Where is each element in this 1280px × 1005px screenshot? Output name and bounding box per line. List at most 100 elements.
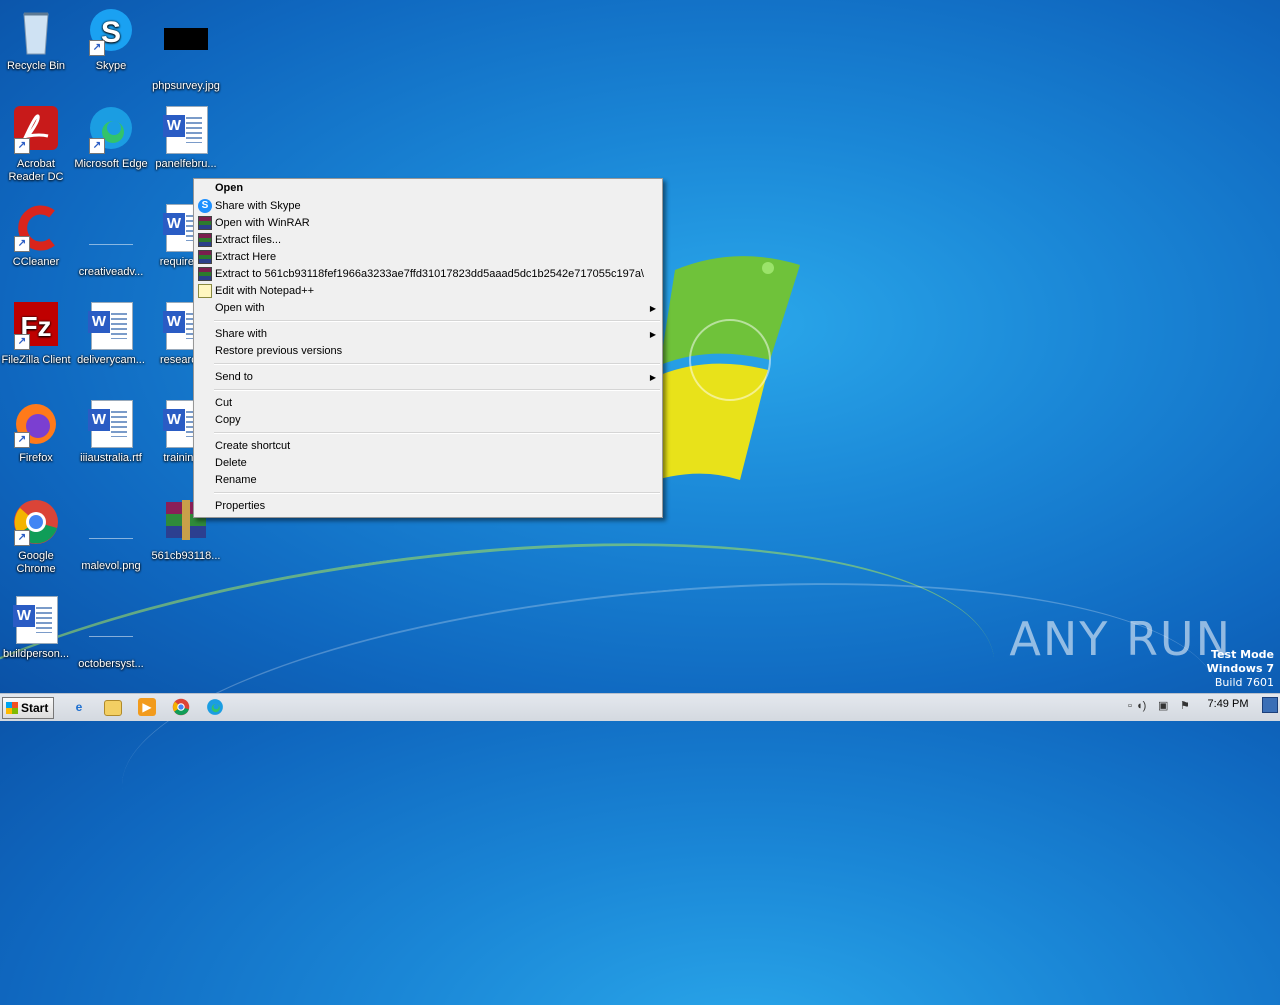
desktop-icon-label: Google Chrome (16, 550, 56, 575)
internet-explorer-icon[interactable]: e (70, 698, 88, 716)
desktop-icon-label: Acrobat Reader DC (8, 158, 64, 183)
menu-item-rename[interactable]: Rename (194, 472, 662, 489)
desktop-icon-phpsurvey[interactable]: phpsurvey.jpg (148, 8, 224, 93)
desktop-icon-acrobat[interactable]: ↗ Acrobat Reader DC (0, 106, 74, 184)
winrar-icon (198, 216, 212, 230)
anyrun-watermark: ANY RUN (1009, 612, 1232, 666)
media-player-icon[interactable]: ▶ (138, 698, 156, 716)
desktop-icon-label: phpsurvey.jpg (152, 80, 220, 92)
menu-item-properties[interactable]: Properties (194, 498, 662, 515)
desktop-icon-chrome[interactable]: ↗ Google Chrome (0, 498, 74, 576)
menu-item-extract-here[interactable]: Extract Here (194, 249, 662, 266)
desktop-icon-label: Skype (95, 60, 127, 72)
winrar-icon (198, 267, 212, 281)
word-doc-icon: W (87, 400, 135, 448)
desktop-icon-malevol[interactable]: malevol.png (73, 498, 149, 573)
desktop-icon-panelfebru[interactable]: W panelfebru... (148, 106, 224, 171)
desktop-icon-label: octobersyst... (78, 658, 144, 670)
chrome-icon[interactable] (172, 698, 190, 716)
desktop-icon-label: Recycle Bin (6, 60, 66, 72)
menu-item-label: Copy (215, 414, 241, 426)
desktop-icon-edge[interactable]: ↗ Microsoft Edge (73, 106, 149, 171)
desktop-icon-label: malevol.png (81, 560, 141, 572)
windows-flag-icon (6, 702, 18, 714)
menu-item-open[interactable]: Open (194, 180, 662, 197)
test-mode-label: Test Mode (1211, 648, 1274, 661)
word-doc-icon: W (162, 106, 210, 154)
show-desktop-button[interactable] (1262, 697, 1278, 713)
notepadpp-icon (198, 284, 212, 298)
menu-item-label: Edit with Notepad++ (215, 285, 315, 297)
word-doc-icon: W (12, 596, 60, 644)
menu-item-label: Send to (215, 371, 253, 383)
menu-item-copy[interactable]: Copy (194, 412, 662, 429)
desktop-icon-octobersyst[interactable]: octobersyst... (73, 596, 149, 671)
blank-file-icon (87, 214, 135, 262)
submenu-arrow-icon: ▶ (649, 304, 656, 313)
desktop-icon-iiiaustralia[interactable]: W iiiaustralia.rtf (73, 400, 149, 465)
menu-item-label: Rename (215, 474, 257, 486)
shortcut-arrow-icon: ↗ (14, 236, 30, 252)
menu-item-create-shortcut[interactable]: Create shortcut (194, 438, 662, 455)
edge-icon[interactable] (206, 698, 224, 716)
desktop-icon-filezilla[interactable]: Fz ↗ FileZilla Client (0, 302, 74, 367)
menu-item-send-to[interactable]: Send to ▶ (194, 369, 662, 386)
menu-item-label: Cut (215, 397, 233, 409)
menu-item-label: Properties (215, 500, 266, 512)
menu-item-open-with-winrar[interactable]: Open with WinRAR (194, 215, 662, 232)
desktop-icon-ccleaner[interactable]: ↗ CCleaner (0, 204, 74, 269)
menu-separator (214, 432, 660, 434)
filezilla-icon: Fz ↗ (12, 302, 60, 350)
menu-item-label: Restore previous versions (215, 345, 343, 357)
desktop-icon-label: 561cb93118... (151, 550, 221, 562)
menu-item-label: Open with WinRAR (215, 217, 310, 229)
explorer-folder-icon[interactable] (104, 700, 122, 716)
desktop-icon-label: deliverycam... (77, 354, 145, 366)
volume-icon[interactable]: ◖) (1136, 699, 1150, 713)
winrar-icon (198, 233, 212, 247)
menu-item-label: Open with (215, 302, 265, 314)
os-label: Windows 7 (1206, 662, 1274, 675)
menu-item-extract-to-folder[interactable]: Extract to 561cb93118fef1966a3233ae7ffd3… (194, 266, 662, 283)
desktop-icon-firefox[interactable]: ↗ Firefox (0, 400, 74, 465)
menu-separator (214, 389, 660, 391)
blank-file-icon (87, 606, 135, 654)
windows-logo-icon (640, 256, 800, 485)
blank-file-icon (87, 508, 135, 556)
menu-separator (214, 320, 660, 322)
desktop-icon-label: Microsoft Edge (74, 158, 148, 170)
menu-item-label: Share with Skype (215, 200, 301, 212)
shortcut-arrow-icon: ↗ (89, 40, 105, 56)
network-icon[interactable]: ▣ (1158, 699, 1172, 713)
menu-item-label: Extract files... (215, 234, 282, 246)
acrobat-icon: ↗ (12, 106, 60, 154)
test-mode-notice: Test Mode Windows 7 Build 7601 (1207, 648, 1274, 690)
menu-item-restore-previous-versions[interactable]: Restore previous versions (194, 343, 662, 360)
menu-item-label: Share with (215, 328, 267, 340)
menu-item-share-with-skype[interactable]: S Share with Skype (194, 198, 662, 215)
winrar-icon (198, 250, 212, 264)
start-button[interactable]: Start (2, 697, 54, 719)
desktop-icon-recycle-bin[interactable]: Recycle Bin (0, 8, 74, 73)
desktop-icon-label: CCleaner (12, 256, 60, 268)
desktop-icon-buildperson[interactable]: W buildperson... (0, 596, 74, 661)
taskbar: Start e ▶ ▫ ◖) ▣ ⚑ 7:49 PM (0, 693, 1280, 721)
menu-item-extract-files[interactable]: Extract files... (194, 232, 662, 249)
shortcut-arrow-icon: ↗ (14, 530, 30, 546)
menu-item-delete[interactable]: Delete (194, 455, 662, 472)
menu-item-share-with[interactable]: Share with ▶ (194, 326, 662, 343)
edge-icon: ↗ (87, 106, 135, 154)
submenu-arrow-icon: ▶ (649, 373, 656, 382)
desktop-icon-deliverycam[interactable]: W deliverycam... (73, 302, 149, 367)
menu-item-label: Extract to 561cb93118fef1966a3233ae7ffd3… (215, 268, 644, 280)
taskbar-clock[interactable]: 7:49 PM (1200, 698, 1256, 710)
desktop-icon-skype[interactable]: S ↗ Skype (73, 8, 149, 73)
desktop-icon-creativeadv[interactable]: creativeadv... (73, 204, 149, 279)
action-center-flag-icon[interactable]: ⚑ (1180, 699, 1194, 713)
menu-item-cut[interactable]: Cut (194, 395, 662, 412)
menu-item-open-with[interactable]: Open with ▶ (194, 300, 662, 317)
menu-item-label: Delete (215, 457, 247, 469)
ccleaner-icon: ↗ (12, 204, 60, 252)
menu-item-label: Create shortcut (215, 440, 291, 452)
menu-item-edit-with-notepadpp[interactable]: Edit with Notepad++ (194, 283, 662, 300)
